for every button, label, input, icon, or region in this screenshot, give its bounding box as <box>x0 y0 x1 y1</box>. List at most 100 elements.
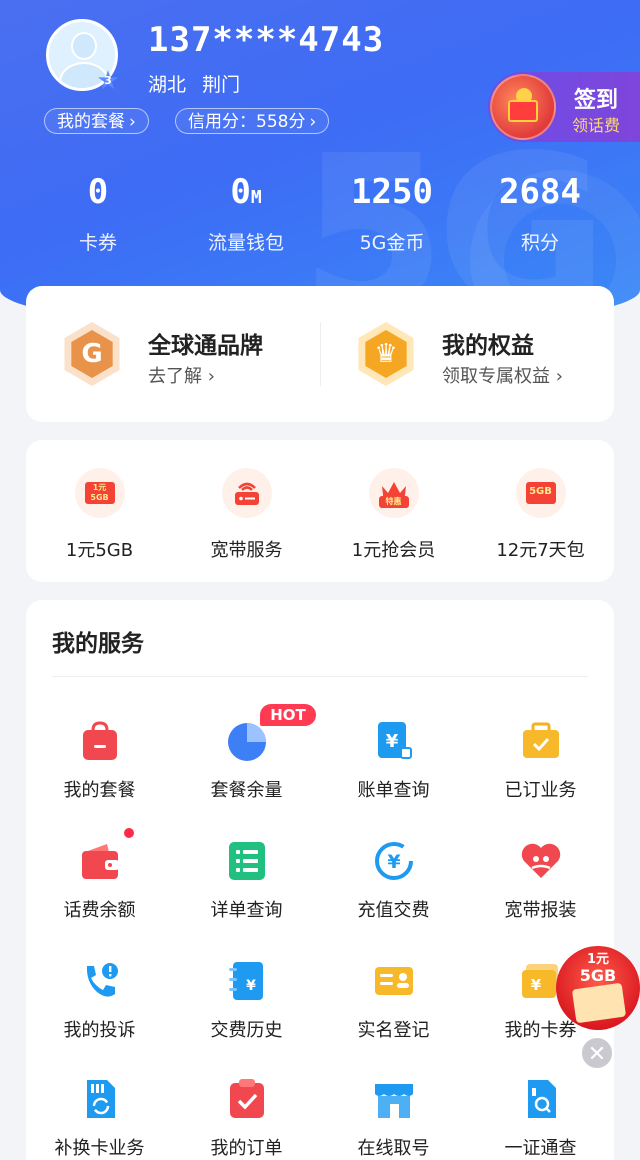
service-label: 补换卡业务 <box>54 1138 145 1159</box>
briefcase-check-icon <box>518 718 564 764</box>
brand-card: G 全球通品牌 去了解 › ♛ 我的权益 领取专属权益 › <box>26 286 614 422</box>
service-label: 我的套餐 <box>63 780 136 801</box>
phone-number: 137****4743 <box>148 20 385 60</box>
stat-data-wallet[interactable]: 0M 流量钱包 <box>166 172 326 255</box>
quick-item-membership[interactable]: 特惠 1元抢会员 <box>320 468 467 562</box>
id-card-icon <box>371 958 417 1004</box>
svg-text:¥: ¥ <box>530 976 541 994</box>
service-real-name[interactable]: 实名登记 <box>320 958 467 1042</box>
service-recharge[interactable]: ¥ 充值交费 <box>320 838 467 922</box>
divider <box>52 676 588 677</box>
quick-item-label: 12元7天包 <box>496 540 585 561</box>
service-label: 宽带报装 <box>504 900 577 921</box>
service-complaint[interactable]: 我的投诉 <box>26 958 173 1042</box>
brand-global-pass[interactable]: G 全球通品牌 去了解 › <box>26 286 320 422</box>
credit-score-label: 信用分： <box>188 112 256 132</box>
svg-text:¥: ¥ <box>387 851 400 873</box>
stat-value: 1250 <box>351 172 433 212</box>
quick-item-label: 宽带服务 <box>210 540 283 561</box>
service-label: 账单查询 <box>357 780 430 801</box>
promo-text: 1元 5GB <box>579 952 617 985</box>
list-icon <box>224 838 270 884</box>
yuan-notebook-icon: ¥ <box>224 958 270 1004</box>
service-label: 在线取号 <box>357 1138 430 1159</box>
service-bill-query[interactable]: ¥ 账单查询 <box>320 718 467 802</box>
sim-search-icon <box>518 1076 564 1122</box>
brand-my-benefits[interactable]: ♛ 我的权益 领取专属权益 › <box>320 286 614 422</box>
profile-header: 5G ★ 3 137****4743 湖北 荆门 我的套餐 › 信用分：558分 ›… <box>0 0 640 330</box>
my-services-card: 我的服务 我的套餐 套餐余量 ¥ 账单查询 已订业务 HOT 话费余额 详单查询… <box>26 600 614 1160</box>
wallet-icon <box>77 838 123 884</box>
stat-value: 0 <box>87 172 109 212</box>
service-label: 我的订单 <box>210 1138 283 1159</box>
service-label: 我的投诉 <box>63 1020 136 1041</box>
notification-dot <box>124 828 134 838</box>
brand-title: 我的权益 <box>442 333 534 359</box>
service-label: 充值交费 <box>357 900 430 921</box>
city: 荆门 <box>202 74 241 96</box>
stat-label: 卡券 <box>78 232 117 254</box>
store-icon <box>371 1076 417 1122</box>
service-label: 实名登记 <box>357 1020 430 1041</box>
service-label: 详单查询 <box>210 900 283 921</box>
service-id-lookup[interactable]: 一证通查 <box>467 1076 614 1160</box>
service-subscribed[interactable]: 已订业务 <box>467 718 614 802</box>
service-broadband-install[interactable]: 宽带报装 <box>467 838 614 922</box>
phone-alert-icon <box>77 958 123 1004</box>
gift-box-icon <box>490 74 556 140</box>
hot-badge: HOT <box>260 704 316 726</box>
quick-item-1yuan-5gb[interactable]: 1元 5GB 1元5GB <box>26 468 173 562</box>
stat-coupons[interactable]: 0 卡券 <box>18 172 178 255</box>
coupon-1yuan-5gb-icon: 1元 5GB <box>74 468 125 518</box>
sim-swap-icon <box>77 1076 123 1122</box>
signin-button[interactable]: 签到 领话费 <box>488 72 640 142</box>
service-label: 套餐余量 <box>210 780 283 801</box>
service-my-plan[interactable]: 我的套餐 <box>26 718 173 802</box>
stat-5g-coins[interactable]: 1250 5G金币 <box>312 172 472 255</box>
clipboard-check-icon <box>224 1076 270 1122</box>
my-plan-pill-label: 我的套餐 <box>57 112 125 132</box>
my-plan-pill[interactable]: 我的套餐 › <box>44 108 149 134</box>
stat-label: 流量钱包 <box>207 232 284 254</box>
bill-icon: ¥ <box>371 718 417 764</box>
service-payment-history[interactable]: ¥ 交费历史 <box>173 958 320 1042</box>
location: 湖北 荆门 <box>148 70 240 97</box>
credit-score-pill[interactable]: 信用分：558分 › <box>175 108 330 134</box>
service-label: 话费余额 <box>63 900 136 921</box>
service-my-orders[interactable]: 我的订单 <box>173 1076 320 1160</box>
service-plan-balance[interactable]: 套餐余量 <box>173 718 320 802</box>
bag-icon <box>77 718 123 764</box>
service-online-number[interactable]: 在线取号 <box>320 1076 467 1160</box>
chevron-right-icon: › <box>309 112 317 132</box>
quick-offers-card: 1元 5GB 1元5GB 宽带服务 特惠 1元抢会员 5GB 12元7天包 <box>26 440 614 582</box>
stat-value: 2684 <box>499 172 581 212</box>
quick-item-broadband[interactable]: 宽带服务 <box>173 468 320 562</box>
quick-item-label: 1元抢会员 <box>351 540 436 561</box>
service-sim-replace[interactable]: 补换卡业务 <box>26 1076 173 1160</box>
heart-icon <box>518 838 564 884</box>
crown-badge-icon: ♛ <box>358 322 414 386</box>
router-icon <box>221 468 272 518</box>
service-label: 交费历史 <box>210 1020 283 1041</box>
stat-points[interactable]: 2684 积分 <box>460 172 620 255</box>
global-pass-badge-icon: G <box>64 322 120 386</box>
stat-unit: M <box>250 187 262 208</box>
crown-discount-icon: 特惠 <box>368 468 419 518</box>
box-shape <box>508 100 538 122</box>
brand-subtitle: 去了解 › <box>148 366 215 387</box>
brand-title: 全球通品牌 <box>148 333 263 359</box>
promo-coupon-graphic <box>571 982 627 1024</box>
stat-label: 积分 <box>520 232 559 254</box>
floating-promo-ad[interactable]: 1元 5GB <box>556 946 640 1030</box>
avatar-head-shape <box>71 32 97 60</box>
section-title: 我的服务 <box>52 631 144 657</box>
signin-subtitle: 领话费 <box>572 116 621 135</box>
quick-item-label: 1元5GB <box>65 540 134 561</box>
credit-score-value: 558分 <box>256 112 306 132</box>
svg-text:¥: ¥ <box>246 978 256 994</box>
service-detail-query[interactable]: 详单查询 <box>173 838 320 922</box>
province: 湖北 <box>148 74 187 96</box>
quick-item-12yuan-7day[interactable]: 5GB 12元7天包 <box>467 468 614 562</box>
close-icon[interactable]: ✕ <box>580 1036 614 1070</box>
service-balance[interactable]: 话费余额 <box>26 838 173 922</box>
